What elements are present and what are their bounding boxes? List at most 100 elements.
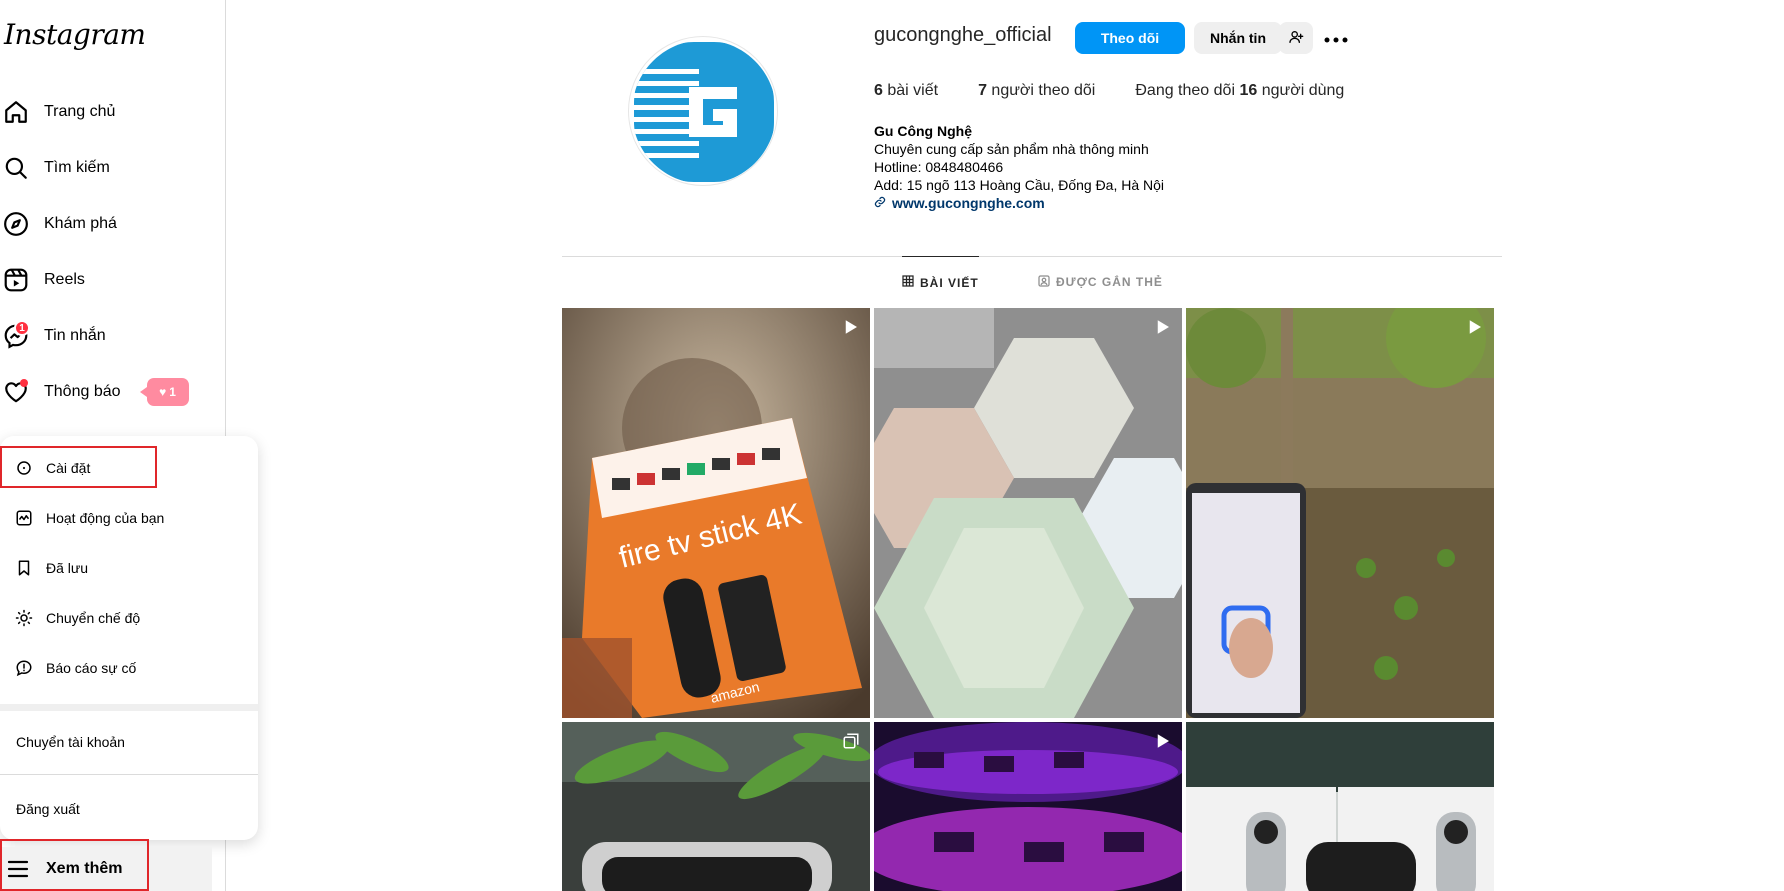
posts-count: 6	[874, 82, 883, 99]
unread-badge: 1	[14, 320, 30, 336]
menu-item-label: Đăng xuất	[16, 801, 80, 817]
posts-stat: 6 bài viết	[874, 82, 938, 100]
post-tile[interactable]: fire tv stick 4K amazon	[562, 308, 870, 718]
sidebar: Instagram Trang chủ Tìm kiếm Khám phá Re…	[0, 0, 258, 891]
menu-item-label: Chuyển chế độ	[46, 610, 141, 626]
bio-line: Chuyên cung cấp sản phẩm nhà thông minh	[874, 141, 1149, 157]
sidebar-item-label: Khám phá	[44, 215, 117, 232]
menu-item-settings[interactable]: Cài đặt	[0, 446, 258, 490]
sidebar-item-label: Tìm kiếm	[44, 159, 110, 176]
notification-count: 1	[169, 385, 176, 399]
reel-icon	[1466, 318, 1484, 341]
follow-button[interactable]: Theo dõi	[1075, 22, 1185, 54]
following-stat[interactable]: Đang theo dõi 16 người dùng	[1135, 82, 1344, 100]
heart-icon: ♥	[159, 385, 167, 399]
bio-line: Add: 15 ngõ 113 Hoàng Cầu, Đống Đa, Hà N…	[874, 177, 1165, 193]
more-menu-popup: Cài đặt Hoạt động của bạn Đã lưu Chuyển …	[0, 436, 258, 840]
tabs-divider	[562, 256, 1502, 257]
instagram-logo[interactable]: Instagram	[4, 18, 146, 51]
menu-item-label: Đã lưu	[46, 560, 89, 576]
search-icon	[2, 154, 30, 182]
menu-item-your-activity[interactable]: Hoạt động của bạn	[0, 496, 258, 540]
notification-count-pill: ♥ 1	[139, 378, 189, 406]
post-thumbnail: fire tv stick 4K amazon	[562, 308, 870, 718]
reel-icon	[842, 318, 860, 341]
sidebar-item-label: Tin nhắn	[44, 327, 106, 344]
home-icon	[2, 98, 30, 126]
posts-label: bài viết	[887, 82, 939, 99]
more-horizontal-icon	[1324, 30, 1348, 46]
tagged-icon	[1038, 274, 1050, 290]
profile-bio: Gu Công Nghệ Chuyên cung cấp sản phẩm nh…	[874, 122, 1164, 212]
post-tile[interactable]	[874, 308, 1182, 718]
reels-icon	[2, 266, 30, 294]
menu-item-label: Chuyển tài khoản	[16, 734, 125, 750]
bio-line: Hotline: 0848480466	[874, 159, 1004, 175]
post-thumbnail	[874, 308, 1182, 718]
post-tile[interactable]	[562, 722, 870, 891]
sidebar-item-label: Trang chủ	[44, 103, 116, 120]
following-label: người dùng	[1261, 82, 1345, 99]
heart-icon	[2, 378, 30, 406]
tab-label: ĐƯỢC GẮN THẺ	[1056, 275, 1163, 289]
post-tile[interactable]	[1186, 308, 1494, 718]
profile-username: gucongnghe_official	[874, 24, 1052, 46]
menu-item-saved[interactable]: Đã lưu	[0, 546, 258, 590]
profile-avatar[interactable]	[628, 36, 778, 186]
followers-stat[interactable]: 7 người theo dõi	[978, 82, 1095, 100]
add-person-icon	[1288, 29, 1304, 48]
menu-item-switch-appearance[interactable]: Chuyển chế độ	[0, 596, 258, 640]
sidebar-item-home[interactable]: Trang chủ	[0, 90, 220, 134]
profile-stats: 6 bài viết 7 người theo dõi Đang theo dõ…	[874, 82, 1384, 100]
link-icon	[874, 194, 886, 212]
post-tile[interactable]	[874, 722, 1182, 891]
report-icon	[14, 658, 34, 678]
tab-tagged[interactable]: ĐƯỢC GẮN THẺ	[1038, 256, 1163, 308]
settings-icon	[14, 458, 34, 478]
message-button[interactable]: Nhắn tin	[1194, 22, 1282, 54]
tab-label: BÀI VIẾT	[920, 275, 979, 290]
sidebar-item-reels[interactable]: Reels	[0, 258, 220, 302]
activity-icon	[14, 508, 34, 528]
explore-icon	[2, 210, 30, 238]
menu-divider	[0, 774, 258, 775]
post-thumbnail	[1186, 722, 1494, 891]
reel-icon	[1154, 318, 1172, 341]
menu-item-logout[interactable]: Đăng xuất	[0, 787, 258, 831]
more-button-label: Xem thêm	[46, 860, 123, 877]
messenger-icon: 1	[2, 320, 30, 350]
website-link[interactable]: www.gucongnghe.com	[874, 194, 1164, 212]
sun-icon	[14, 608, 34, 628]
post-tile[interactable]	[1186, 722, 1494, 891]
sidebar-item-notifications[interactable]: Thông báo ♥ 1	[0, 370, 220, 414]
sidebar-item-search[interactable]: Tìm kiếm	[0, 146, 220, 190]
hamburger-menu-icon	[4, 855, 32, 883]
post-thumbnail	[1186, 308, 1494, 718]
sidebar-item-explore[interactable]: Khám phá	[0, 202, 220, 246]
following-count: 16	[1239, 82, 1258, 99]
notification-dot	[20, 379, 28, 387]
grid-icon	[902, 275, 914, 290]
followers-count: 7	[978, 82, 987, 99]
suggest-user-button[interactable]	[1279, 22, 1313, 54]
bookmark-icon	[14, 558, 34, 578]
menu-item-switch-account[interactable]: Chuyển tài khoản	[0, 720, 258, 764]
post-thumbnail	[874, 722, 1182, 891]
reel-icon	[1154, 732, 1172, 755]
sidebar-item-label: Reels	[44, 271, 85, 288]
menu-item-label: Cài đặt	[46, 460, 91, 476]
bio-name: Gu Công Nghệ	[874, 123, 972, 139]
menu-item-label: Báo cáo sự cố	[46, 660, 137, 676]
website-url: www.gucongnghe.com	[892, 195, 1045, 211]
more-button[interactable]: Xem thêm	[0, 847, 212, 891]
tab-posts[interactable]: BÀI VIẾT	[902, 256, 979, 308]
menu-item-report-problem[interactable]: Báo cáo sự cố	[0, 646, 258, 690]
sidebar-item-label: Thông báo	[44, 383, 121, 400]
post-thumbnail	[562, 722, 870, 891]
carousel-icon	[842, 732, 860, 755]
following-prefix: Đang theo dõi	[1135, 82, 1235, 99]
menu-divider	[0, 704, 258, 711]
more-options-button[interactable]	[1322, 22, 1350, 54]
sidebar-item-messages[interactable]: 1 Tin nhắn	[0, 314, 220, 358]
followers-label: người theo dõi	[991, 82, 1096, 99]
